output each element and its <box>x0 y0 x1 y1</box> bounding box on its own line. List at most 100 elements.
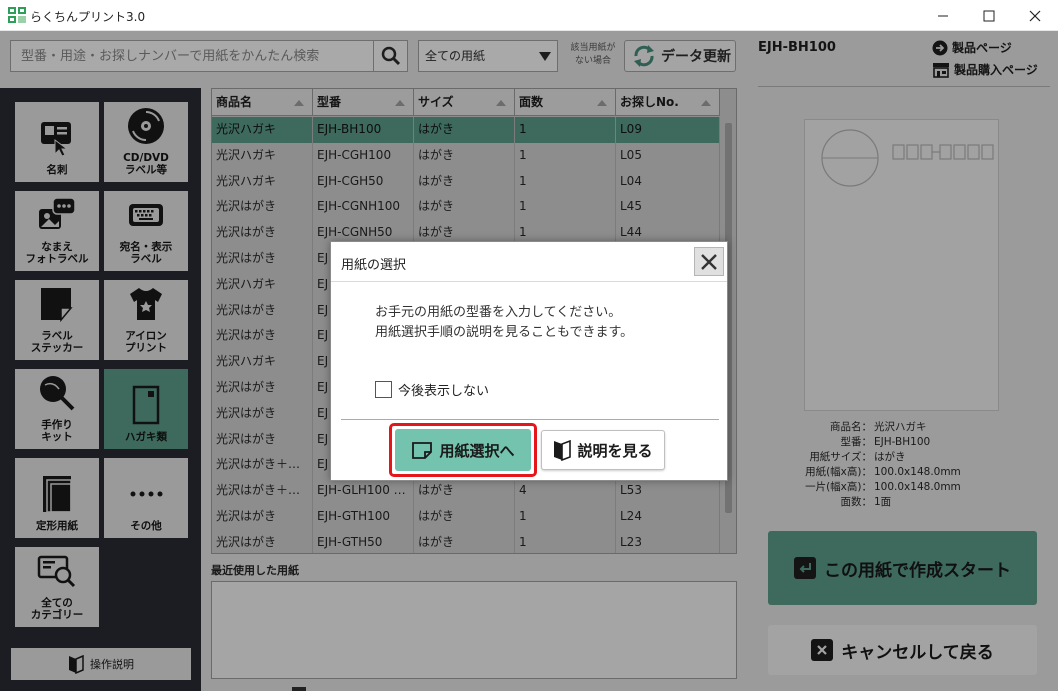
table-cell: 光沢はがき <box>212 503 313 530</box>
table-cell: 光沢ハガキ <box>212 349 313 375</box>
table-cell: 1 <box>515 503 616 530</box>
category-postcard[interactable]: ハガキ類 <box>104 369 188 449</box>
column-header-search-no[interactable]: お探しNo. <box>616 89 720 116</box>
category-address-label[interactable]: 宛名・表示 ラベル <box>104 191 188 271</box>
window-title: らくちんプリント3.0 <box>30 10 146 24</box>
table-cell: 光沢はがき <box>212 400 313 427</box>
column-header-faces[interactable]: 面数 <box>515 89 616 116</box>
table-cell: はがき <box>414 194 515 221</box>
close-window-button[interactable] <box>1012 0 1058 31</box>
category-all[interactable]: 全ての カテゴリー <box>15 547 99 627</box>
category-label: 手作り キット <box>41 419 73 443</box>
view-guide-button[interactable]: 説明を見る <box>541 430 665 470</box>
shop-icon <box>933 62 949 78</box>
dont-show-again-checkbox[interactable] <box>375 381 392 398</box>
table-row[interactable]: 光沢ハガキ EJH-CGH50 はがき 1 L04 <box>212 168 720 195</box>
table-cell: L45 <box>616 194 720 221</box>
recent-papers-list[interactable] <box>211 581 737 679</box>
product-purchase-link[interactable]: 製品購入ページ <box>932 61 1038 78</box>
search-input[interactable] <box>11 41 373 71</box>
app-logo-icon <box>8 7 26 23</box>
spec-row: 一片(幅x高)： 100.0x148.0mm <box>748 480 1058 495</box>
maximize-icon <box>983 10 995 21</box>
dialog-close-button[interactable] <box>694 247 724 276</box>
category-sidebar: 名刺 CD/DVD ラベル等 なまえ フォトラベル 宛名・表示 ラベル ラベル … <box>0 88 201 691</box>
table-cell: 1 <box>515 194 616 221</box>
table-row[interactable]: 光沢はがき EJH-GTH50 はがき 1 L23 <box>212 529 720 553</box>
column-header-size[interactable]: サイズ <box>414 89 515 116</box>
maximize-button[interactable] <box>966 0 1012 31</box>
category-handmade-kit[interactable]: 手作り キット <box>15 369 99 449</box>
category-name-photo-label[interactable]: なまえ フォトラベル <box>15 191 99 271</box>
category-cd-dvd[interactable]: CD/DVD ラベル等 <box>104 102 188 182</box>
splitter-grip[interactable] <box>292 687 306 691</box>
spec-value: はがき <box>874 451 906 463</box>
table-cell: 光沢はがき <box>212 374 313 401</box>
search-button[interactable] <box>373 41 407 71</box>
category-label: CD/DVD ラベル等 <box>123 152 169 176</box>
table-cell: はがき <box>414 478 515 504</box>
table-row[interactable]: 光沢はがき EJH-CGNH100 はがき 1 L45 <box>212 194 720 221</box>
column-header-product[interactable]: 商品名 <box>212 89 313 116</box>
operation-guide-button[interactable]: 操作説明 <box>11 648 191 680</box>
dialog-divider <box>341 419 719 420</box>
divider <box>758 86 1050 87</box>
refresh-icon <box>634 45 654 67</box>
category-label: 名刺 <box>46 164 68 176</box>
table-cell: L53 <box>616 478 720 504</box>
paper-filter-select[interactable]: 全ての用紙 <box>418 40 558 72</box>
go-to-paper-selection-button[interactable]: 用紙選択へ <box>395 429 531 471</box>
dont-show-again-option[interactable]: 今後表示しない <box>375 380 489 399</box>
data-update-button[interactable]: データ更新 <box>624 40 736 72</box>
category-other[interactable]: その他 <box>104 458 188 538</box>
enter-icon <box>794 557 816 579</box>
tshirt-icon <box>130 288 162 320</box>
sort-arrow-icon <box>496 100 506 106</box>
cancel-return-button[interactable]: キャンセルして戻る <box>768 625 1037 675</box>
spec-key: 商品名： <box>830 421 872 433</box>
category-business-card[interactable]: 名刺 <box>15 102 99 182</box>
dots-icon <box>130 491 163 497</box>
table-cell: 1 <box>515 168 616 195</box>
dialog-title: 用紙の選択 <box>341 258 407 273</box>
product-page-link[interactable]: 製品ページ <box>932 39 1012 56</box>
table-row[interactable]: 光沢ハガキ EJH-BH100 はがき 1 L09 <box>212 117 720 143</box>
table-cell: 4 <box>515 478 616 504</box>
sort-arrow-icon <box>701 100 711 106</box>
spec-key: 一片(幅x高)： <box>805 481 872 493</box>
table-row[interactable]: 光沢はがき＋… EJH-GLH100 … はがき 4 L53 <box>212 478 720 504</box>
spec-value: 100.0x148.0mm <box>874 481 961 493</box>
table-cell: 1 <box>515 142 616 169</box>
table-cell: 光沢ハガキ <box>212 117 313 143</box>
paper-stack-icon <box>43 476 72 513</box>
table-cell: 1 <box>515 529 616 553</box>
category-iron-print[interactable]: アイロン プリント <box>104 280 188 360</box>
table-row[interactable]: 光沢はがき EJH-GTH100 はがき 1 L24 <box>212 503 720 530</box>
spec-key: 用紙サイズ： <box>809 451 872 463</box>
photo-label-icon <box>39 197 76 229</box>
spec-key: 用紙(幅x高)： <box>805 466 872 478</box>
table-cell: L04 <box>616 168 720 195</box>
column-header-model[interactable]: 型番 <box>313 89 414 116</box>
table-cell: はがき <box>414 142 515 169</box>
dialog-header: 用紙の選択 <box>331 242 727 282</box>
start-creation-button[interactable]: この用紙で作成スタート <box>768 531 1037 605</box>
category-label-sticker[interactable]: ラベル ステッカー <box>15 280 99 360</box>
spec-row: 型番： EJH-BH100 <box>748 435 1058 450</box>
table-cell: EJH-GTH100 <box>313 503 414 530</box>
table-cell: はがき <box>414 117 515 143</box>
minimize-icon <box>938 15 948 16</box>
table-cell: はがき <box>414 503 515 530</box>
table-header: 商品名 型番 サイズ 面数 お探しNo. <box>212 89 720 116</box>
table-row[interactable]: 光沢ハガキ EJH-CGH100 はがき 1 L05 <box>212 142 720 169</box>
close-icon <box>701 253 717 270</box>
spec-key: 面数： <box>840 496 873 508</box>
table-cell: 光沢はがき <box>212 194 313 221</box>
table-cell: EJH-GTH50 <box>313 529 414 553</box>
category-standard-paper[interactable]: 定形用紙 <box>15 458 99 538</box>
table-cell: EJH-CGH100 <box>313 142 414 169</box>
table-cell: はがき <box>414 168 515 195</box>
table-cell: L09 <box>616 117 720 143</box>
minimize-button[interactable] <box>920 0 966 31</box>
close-icon <box>1029 10 1041 21</box>
